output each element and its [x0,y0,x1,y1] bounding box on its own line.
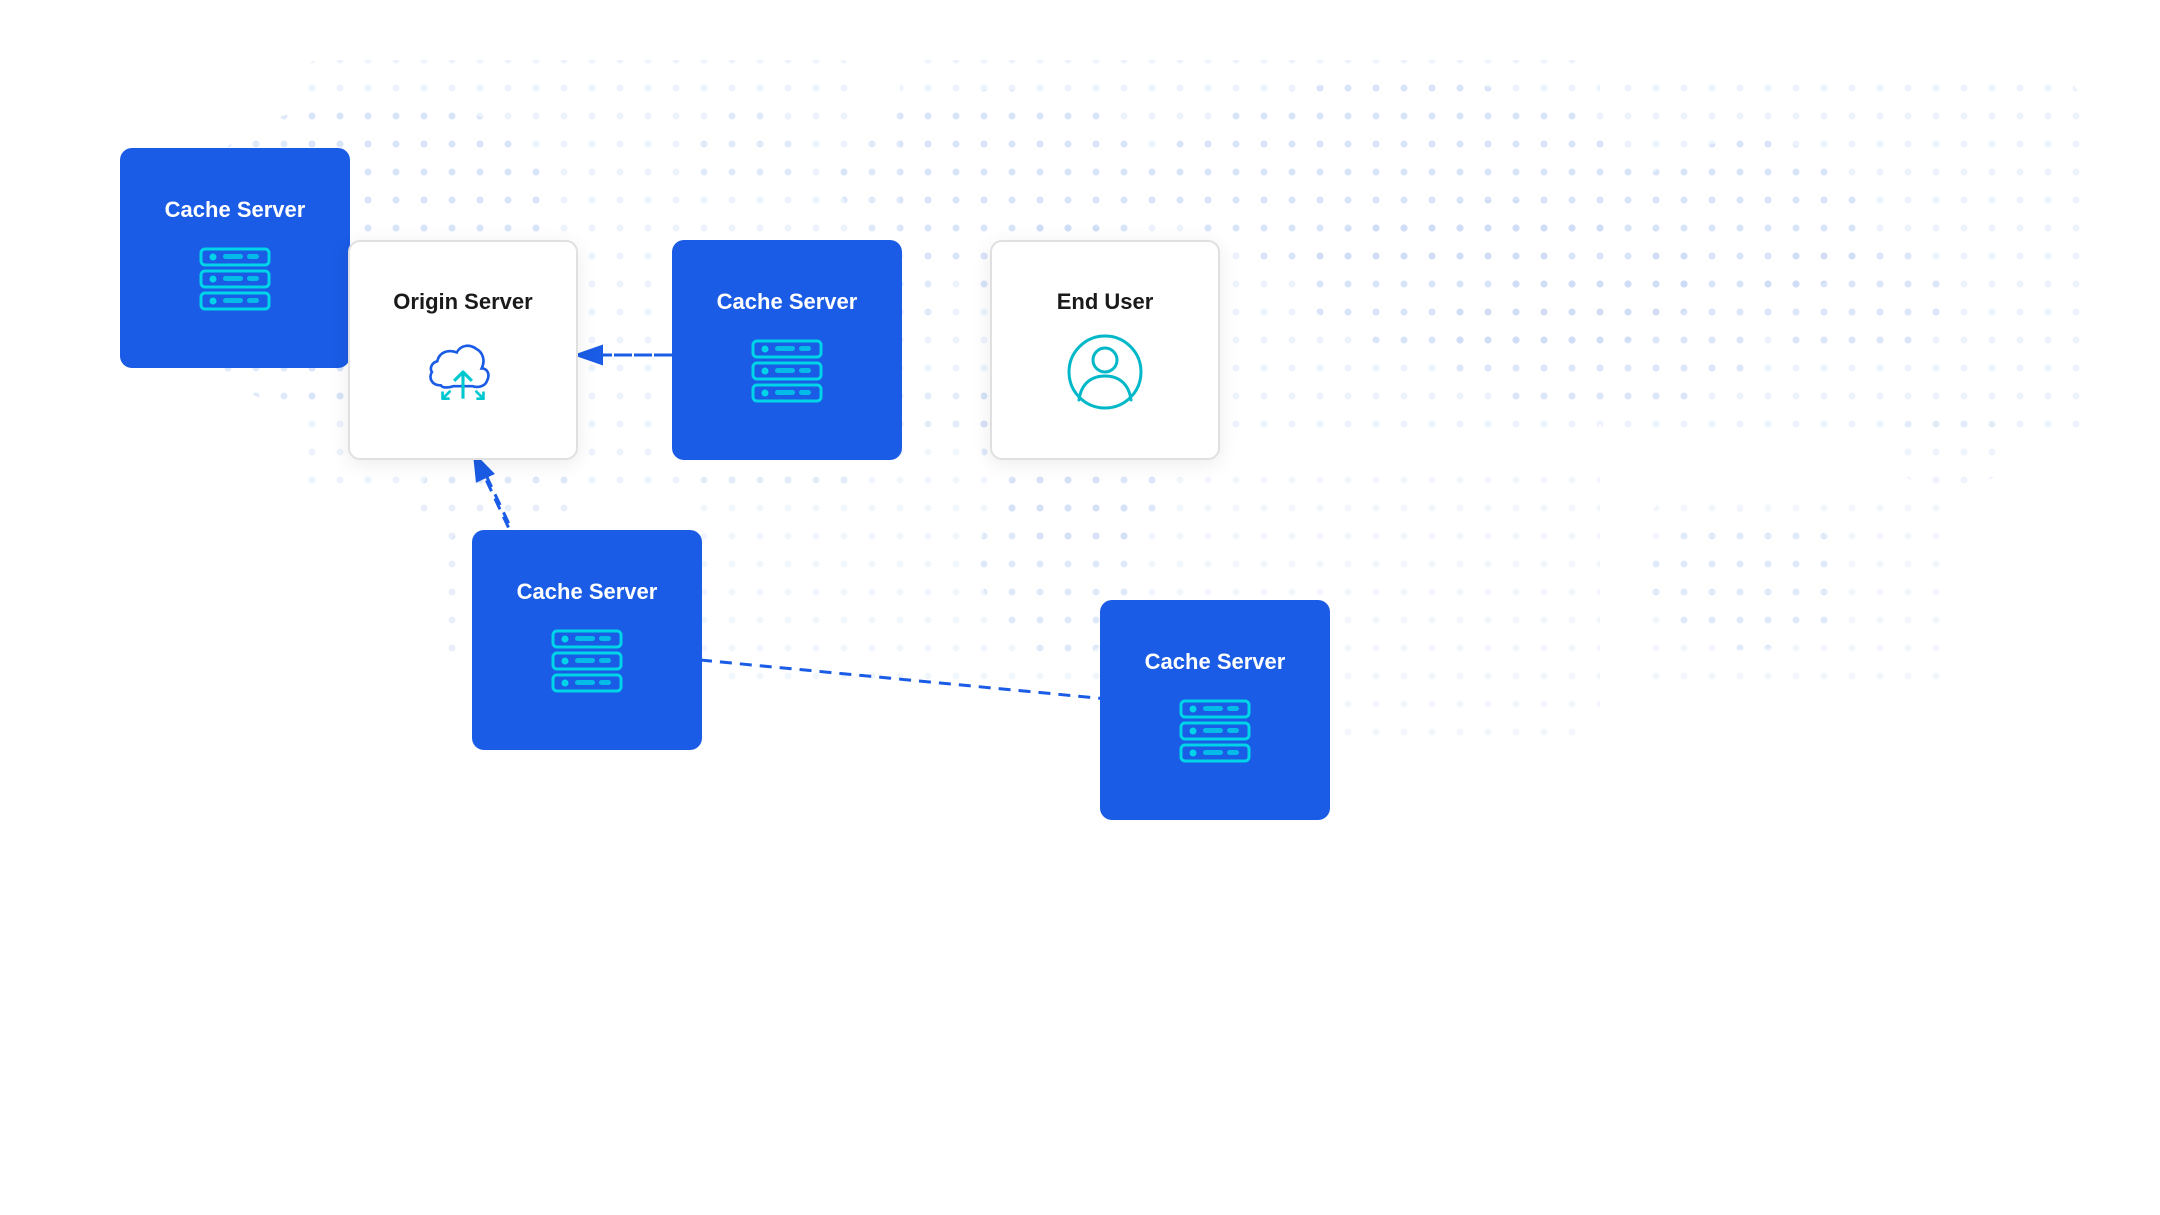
cache-server-tl-label: Cache Server [165,196,306,225]
origin-server: Origin Server [348,240,578,460]
cache-server-top-left: Cache Server [120,148,350,368]
cache-server-bl-label: Cache Server [517,578,658,607]
end-user-label: End User [1057,288,1154,317]
cache-server-bottom-left: Cache Server [472,530,702,750]
origin-server-icon [423,332,503,412]
end-user: End User [990,240,1220,460]
cache-server-br-label: Cache Server [1145,648,1286,677]
end-user-icon [1065,332,1145,412]
cache-server-center-icon [747,332,827,412]
cache-server-bottom-right: Cache Server [1100,600,1330,820]
cache-server-bl-icon [547,622,627,702]
cache-server-center-label: Cache Server [717,288,858,317]
origin-server-label: Origin Server [393,288,532,317]
cache-server-tl-icon [195,240,275,320]
diagram-container: Cache Server Origin [0,0,2160,1215]
cache-server-center: Cache Server [672,240,902,460]
cache-server-br-icon [1175,692,1255,772]
